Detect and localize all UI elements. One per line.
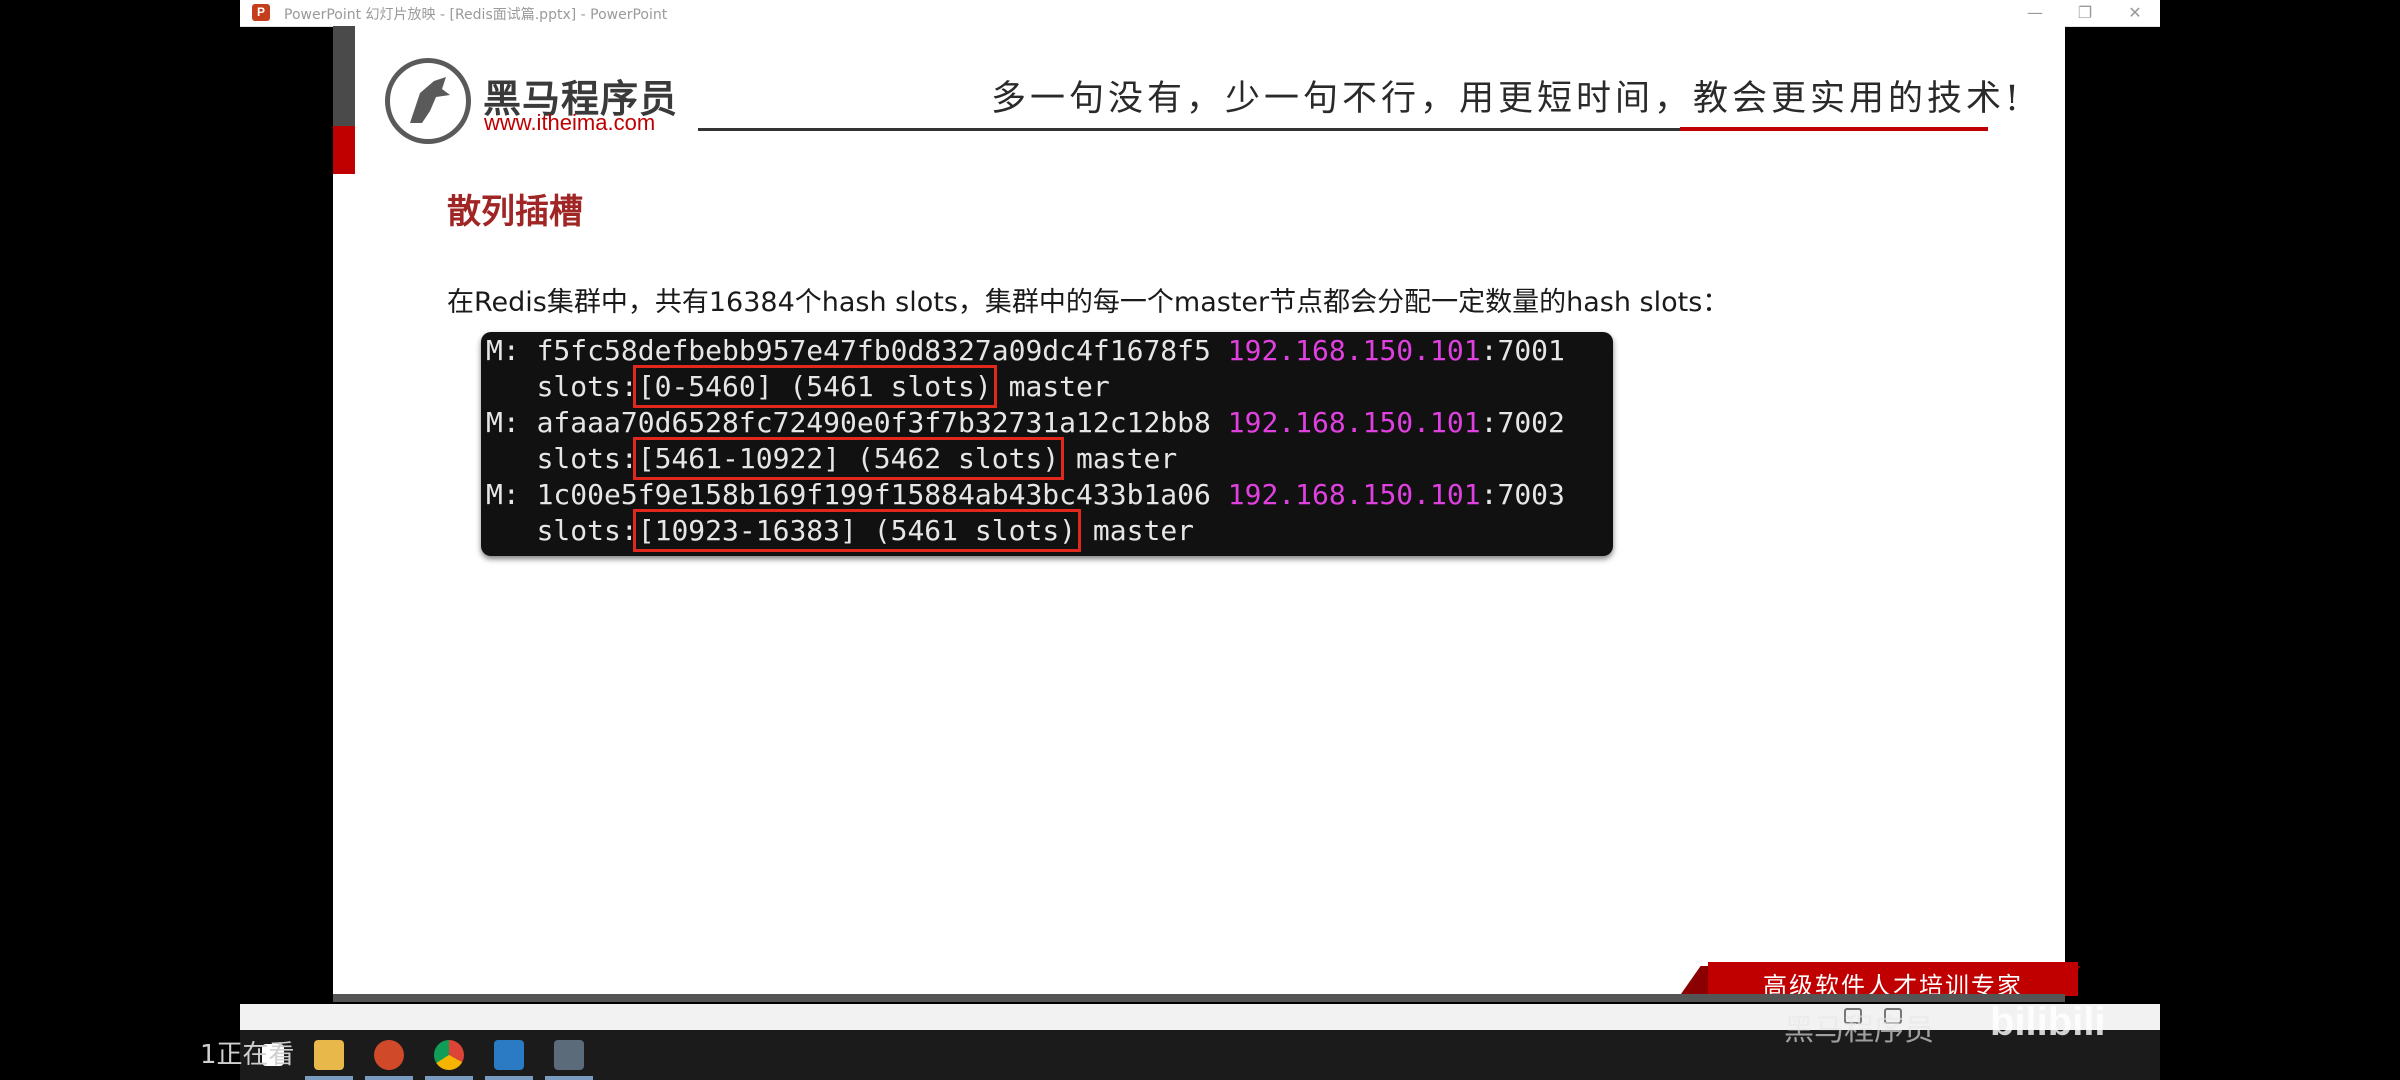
viewer-count-overlay: 1正在看 bbox=[200, 1040, 295, 1070]
node-prefix: M: bbox=[486, 334, 537, 367]
chrome-icon[interactable] bbox=[434, 1040, 464, 1070]
node-role: master bbox=[1076, 442, 1178, 475]
window-title-bar[interactable]: P PowerPoint 幻灯片放映 - [Redis面试篇.pptx] - P… bbox=[240, 0, 2160, 27]
terminal-slots-line: slots:[10923-16383] (5461 slots) master bbox=[486, 509, 1195, 552]
slide-title: 散列插槽 bbox=[447, 192, 583, 232]
node-id: f5fc58defbebb957e47fb0d8327a09dc4f1678f5 bbox=[536, 334, 1211, 367]
slots-label: slots: bbox=[536, 514, 638, 547]
terminal-screenshot: M: f5fc58defbebb957e47fb0d8327a09dc4f167… bbox=[481, 332, 1613, 556]
file-explorer-icon[interactable] bbox=[314, 1040, 344, 1070]
terminal-slots-line: slots:[0-5460] (5461 slots) master bbox=[486, 365, 1110, 408]
powerpoint-app-icon: P bbox=[252, 4, 270, 21]
slide: 黑马程序员 www.itheima.com 多一句没有，少一句不行，用更短时间，… bbox=[333, 26, 2081, 1002]
intro-text: 在Redis集群中，共有16384个hash slots，集群中的每一个mast… bbox=[447, 287, 1730, 318]
node-port: :7001 bbox=[1480, 334, 1565, 367]
node-role: master bbox=[1008, 370, 1110, 403]
minimize-button[interactable]: — bbox=[2010, 0, 2060, 26]
node-prefix: M: bbox=[486, 406, 537, 439]
node-id: 1c00e5f9e158b169f199f15884ab43bc433b1a06 bbox=[536, 478, 1211, 511]
powerpoint-icon[interactable] bbox=[374, 1040, 404, 1070]
terminal-slots-line: slots:[5461-10922] (5462 slots) master bbox=[486, 437, 1178, 480]
file-explorer-active-indicator bbox=[305, 1076, 353, 1080]
side-accent-red bbox=[333, 126, 355, 174]
bilibili-watermark-logo: bilibili bbox=[1990, 1000, 2106, 1044]
slogan: 多一句没有，少一句不行，用更短时间，教会更实用的技术! bbox=[991, 79, 2024, 119]
slots-label: slots: bbox=[536, 442, 638, 475]
image-app-active-indicator bbox=[545, 1076, 593, 1080]
terminal-node-line: M: 1c00e5f9e158b169f199f15884ab43bc433b1… bbox=[486, 478, 1565, 511]
image-app-icon[interactable] bbox=[554, 1040, 584, 1070]
slots-range-highlight: [10923-16383] (5461 slots) bbox=[632, 509, 1082, 552]
vscode-icon[interactable] bbox=[494, 1040, 524, 1070]
slots-range-highlight: [5461-10922] (5462 slots) bbox=[632, 437, 1065, 480]
node-id: afaaa70d6528fc72490e0f3f7b32731a12c12bb8 bbox=[536, 406, 1211, 439]
node-ip: 192.168.150.101 bbox=[1227, 478, 1481, 511]
node-ip: 192.168.150.101 bbox=[1227, 406, 1481, 439]
node-port: :7003 bbox=[1480, 478, 1565, 511]
horse-logo-icon bbox=[385, 58, 471, 144]
side-accent-dark bbox=[333, 26, 355, 126]
slots-range-highlight: [0-5460] (5461 slots) bbox=[632, 365, 997, 408]
chrome-active-indicator bbox=[425, 1076, 473, 1080]
terminal-node-line: M: f5fc58defbebb957e47fb0d8327a09dc4f167… bbox=[486, 334, 1565, 367]
slide-bottom-bar bbox=[333, 994, 2065, 1002]
terminal-node-line: M: afaaa70d6528fc72490e0f3f7b32731a12c12… bbox=[486, 406, 1565, 439]
powerpoint-active-indicator bbox=[365, 1076, 413, 1080]
logo-url: www.itheima.com bbox=[484, 110, 656, 135]
close-button[interactable]: ✕ bbox=[2110, 0, 2160, 26]
header-divider-accent bbox=[1680, 127, 1988, 131]
watermark-text: 黑马程序员 bbox=[1784, 1013, 1934, 1048]
window-title: PowerPoint 幻灯片放映 - [Redis面试篇.pptx] - Pow… bbox=[284, 7, 668, 23]
node-ip: 192.168.150.101 bbox=[1227, 334, 1481, 367]
slots-label: slots: bbox=[536, 370, 638, 403]
restore-button[interactable]: ❐ bbox=[2060, 0, 2110, 26]
vscode-active-indicator bbox=[485, 1076, 533, 1080]
node-port: :7002 bbox=[1480, 406, 1565, 439]
node-role: master bbox=[1092, 514, 1195, 547]
node-prefix: M: bbox=[486, 478, 537, 511]
